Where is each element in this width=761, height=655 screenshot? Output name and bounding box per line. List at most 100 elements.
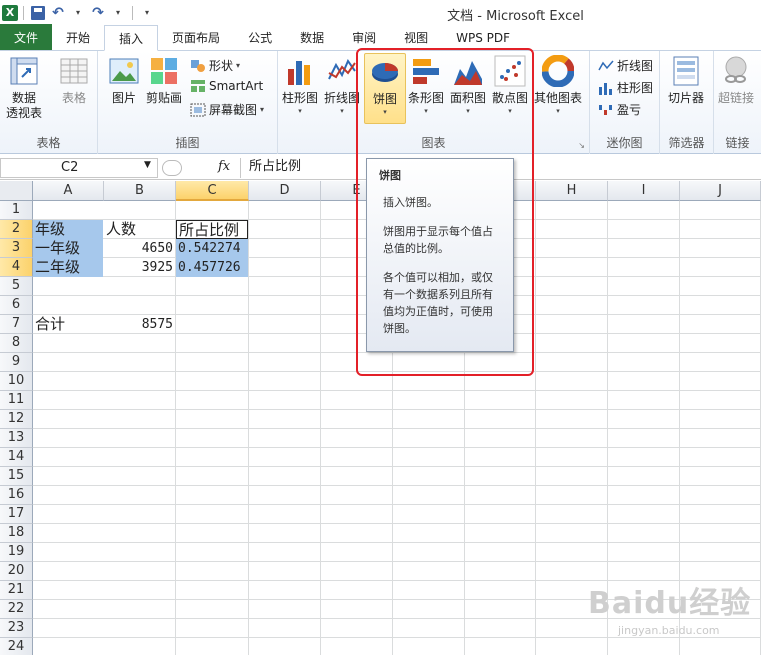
tab-review[interactable]: 审阅 — [338, 25, 390, 50]
row-header-3[interactable]: 3 — [0, 239, 33, 258]
group-charts-label: 图表 — [421, 136, 446, 150]
tab-data[interactable]: 数据 — [286, 25, 338, 50]
tab-formulas[interactable]: 公式 — [234, 25, 286, 50]
row-header-9[interactable]: 9 — [0, 353, 33, 372]
clipart-label: 剪贴画 — [146, 91, 183, 105]
tab-home[interactable]: 开始 — [52, 25, 104, 50]
row-header-13[interactable]: 13 — [0, 429, 33, 448]
cell-c4[interactable]: 0.457726 — [176, 258, 248, 277]
row-header-18[interactable]: 18 — [0, 524, 33, 543]
name-box-dropdown-icon[interactable]: ▼ — [144, 160, 151, 170]
shapes-dropdown-icon: ▾ — [236, 61, 241, 70]
cell-b2[interactable]: 人数 — [104, 220, 175, 239]
tab-view[interactable]: 视图 — [390, 25, 442, 50]
smartart-button[interactable]: SmartArt — [190, 79, 263, 93]
scatter-chart-button[interactable]: 散点图 ▾ — [492, 55, 528, 116]
row-header-2[interactable]: 2 — [0, 220, 33, 239]
row-header-20[interactable]: 20 — [0, 562, 33, 581]
tab-file[interactable]: 文件 — [0, 24, 53, 50]
window-title: 文档 - Microsoft Excel — [447, 9, 584, 24]
charts-dialog-launcher-icon[interactable]: ↘ — [578, 141, 585, 150]
tab-wps-pdf[interactable]: WPS PDF — [442, 25, 524, 50]
slicer-button[interactable]: 切片器 — [668, 55, 704, 106]
line-chart-label: 折线图 — [324, 91, 361, 105]
picture-button[interactable]: 图片 — [108, 55, 140, 106]
column-header-b[interactable]: B — [104, 181, 176, 201]
row-header-14[interactable]: 14 — [0, 448, 33, 467]
row-header-7[interactable]: 7 — [0, 315, 33, 334]
grid-row-line — [33, 561, 761, 562]
insert-function-icon[interactable]: fx — [218, 159, 230, 174]
cell-c2[interactable]: 所占比例 — [176, 220, 248, 239]
column-header-h[interactable]: H — [536, 181, 608, 201]
column-header-d[interactable]: D — [249, 181, 321, 201]
cell-c3[interactable]: 0.542274 — [176, 239, 248, 258]
bar-chart-button[interactable]: 条形图 ▾ — [408, 55, 444, 116]
title-bar: X ↶ ▾ ↷ ▾ ▾ 文档 - Microsoft Excel — [0, 0, 761, 25]
pivot-table-button[interactable]: 数据 透视表 — [6, 55, 42, 121]
cell-b4[interactable]: 3925 — [104, 258, 175, 277]
scatter-chart-icon — [494, 55, 526, 87]
shapes-label: 形状 — [209, 59, 234, 73]
column-chart-button[interactable]: 柱形图 ▾ — [282, 55, 318, 116]
row-header-23[interactable]: 23 — [0, 619, 33, 638]
row-header-17[interactable]: 17 — [0, 505, 33, 524]
screenshot-button[interactable]: 屏幕截图 ▾ — [190, 101, 264, 118]
column-header-a[interactable]: A — [33, 181, 104, 201]
grid-row-line — [33, 542, 761, 543]
row-header-6[interactable]: 6 — [0, 296, 33, 315]
group-table-label: 表格 — [36, 136, 61, 150]
clipart-icon — [151, 58, 177, 84]
pivot-table-label-2: 透视表 — [6, 106, 43, 120]
sparkline-column-button[interactable]: 柱形图 — [598, 79, 653, 96]
formula-expand-icon[interactable] — [162, 160, 182, 176]
cell-a4[interactable]: 二年级 — [33, 258, 103, 277]
pie-chart-icon — [372, 63, 398, 82]
tab-insert[interactable]: 插入 — [104, 25, 159, 51]
cell-a3[interactable]: 一年级 — [33, 239, 103, 258]
column-header-i[interactable]: I — [608, 181, 680, 201]
row-header-10[interactable]: 10 — [0, 372, 33, 391]
column-header-j[interactable]: J — [680, 181, 761, 201]
sparkline-winloss-button[interactable]: 盈亏 — [598, 101, 641, 118]
row-header-24[interactable]: 24 — [0, 638, 33, 655]
pie-chart-tooltip: 饼图 插入饼图。 饼图用于显示每个值占总值的比例。 各个值可以相加，或仅有一个数… — [366, 158, 514, 352]
row-header-15[interactable]: 15 — [0, 467, 33, 486]
row-header-11[interactable]: 11 — [0, 391, 33, 410]
row-header-19[interactable]: 19 — [0, 543, 33, 562]
clipart-button[interactable]: 剪贴画 — [146, 55, 182, 106]
group-illustrations: 图片 剪贴画 形状 ▾ SmartArt 屏幕截图 ▾ 插图 — [98, 51, 278, 154]
pivot-table-icon — [10, 57, 38, 85]
column-header-c[interactable]: C — [176, 181, 249, 201]
watermark-main: Baidu经验 — [588, 586, 752, 621]
row-header-1[interactable]: 1 — [0, 201, 33, 220]
group-sparklines: 折线图 柱形图 盈亏 迷你图 — [590, 51, 660, 154]
cell-b3[interactable]: 4650 — [104, 239, 175, 258]
hyperlink-button[interactable]: 超链接 — [718, 55, 754, 106]
cell-a7[interactable]: 合计 — [33, 315, 103, 334]
row-header-16[interactable]: 16 — [0, 486, 33, 505]
row-header-12[interactable]: 12 — [0, 410, 33, 429]
pie-chart-button[interactable]: 饼图 ▾ — [364, 53, 406, 124]
grid-row-line — [33, 504, 761, 505]
area-chart-dropdown-icon: ▾ — [466, 107, 470, 115]
shapes-button[interactable]: 形状 ▾ — [190, 57, 240, 74]
other-charts-button[interactable]: 其他图表 ▾ — [534, 55, 582, 116]
table-button[interactable]: 表格 — [58, 55, 90, 106]
line-chart-button[interactable]: 折线图 ▾ — [324, 55, 360, 116]
bar-chart-dropdown-icon: ▾ — [424, 107, 428, 115]
sparkline-line-button[interactable]: 折线图 — [598, 57, 653, 74]
row-header-22[interactable]: 22 — [0, 600, 33, 619]
cell-b7[interactable]: 8575 — [104, 315, 175, 334]
row-header-8[interactable]: 8 — [0, 334, 33, 353]
select-all-corner[interactable] — [0, 181, 33, 201]
column-chart-icon — [288, 61, 310, 85]
tab-page-layout[interactable]: 页面布局 — [158, 25, 234, 50]
row-header-21[interactable]: 21 — [0, 581, 33, 600]
name-box[interactable]: C2 — [0, 158, 158, 178]
area-chart-button[interactable]: 面积图 ▾ — [450, 55, 486, 116]
sparkline-line-label: 折线图 — [617, 59, 654, 73]
cell-a2[interactable]: 年级 — [33, 220, 103, 239]
row-header-4[interactable]: 4 — [0, 258, 33, 277]
row-header-5[interactable]: 5 — [0, 277, 33, 296]
